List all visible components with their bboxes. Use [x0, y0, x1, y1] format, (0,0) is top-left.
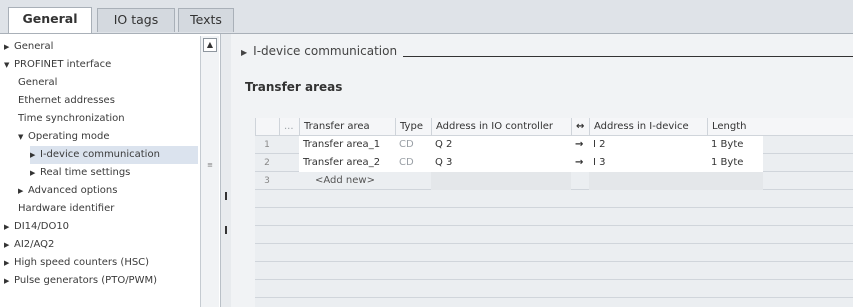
empty-row	[255, 226, 853, 244]
type-cell[interactable]: CD	[395, 154, 431, 172]
column-header-address-io-controller[interactable]: Address in IO controller	[431, 118, 571, 136]
address-i-device-cell[interactable]: I 2	[589, 136, 707, 154]
address-i-device-cell[interactable]: I 3	[589, 154, 707, 172]
column-header-select[interactable]: ...	[279, 118, 299, 136]
column-header-type[interactable]: Type	[395, 118, 431, 136]
nav-scrollbar[interactable]: ▲ ≡	[200, 36, 219, 307]
transfer-areas-title: Transfer areas	[245, 80, 343, 94]
address-io-controller-cell[interactable]: Q 3	[431, 154, 571, 172]
section-divider	[403, 56, 853, 57]
splitter-mark-icon	[225, 192, 227, 200]
column-header-transfer-area[interactable]: Transfer area	[299, 118, 395, 136]
scroll-up-arrow-icon[interactable]: ▲	[203, 38, 217, 52]
table-header-row: ... Transfer area Type Address in IO con…	[255, 118, 853, 136]
splitter-mark-icon	[225, 226, 227, 234]
empty-cell	[707, 172, 763, 190]
nav-item-profinet-interface[interactable]: ▼ PROFINET interface	[4, 56, 111, 74]
length-cell[interactable]: 1 Byte	[707, 154, 763, 172]
transfer-areas-table: ... Transfer area Type Address in IO con…	[255, 118, 853, 307]
nav-item-ai2-aq2[interactable]: ▶ AI2/AQ2	[4, 236, 54, 254]
empty-row	[255, 190, 853, 208]
scroll-grip-icon[interactable]: ≡	[203, 161, 217, 169]
column-header-direction[interactable]: ↔	[571, 118, 589, 136]
expand-arrow-icon[interactable]: ▶	[30, 146, 40, 164]
tab-strip: General IO tags Texts	[0, 0, 853, 34]
nav-item-di14-do10[interactable]: ▶ DI14/DO10	[4, 218, 69, 236]
type-cell[interactable]: CD	[395, 136, 431, 154]
column-header-length[interactable]: Length	[707, 118, 763, 136]
nav-item-general[interactable]: ▶ General	[4, 38, 53, 56]
table-row[interactable]: 1 Transfer area_1 CD Q 2 → I 2 1 Byte	[255, 136, 853, 154]
expand-arrow-icon[interactable]: ▶	[4, 38, 14, 56]
tab-general[interactable]: General	[8, 7, 92, 34]
nav-item-real-time-settings[interactable]: ▶ Real time settings	[30, 164, 130, 182]
expand-arrow-icon[interactable]: ▶	[30, 164, 40, 182]
expand-arrow-icon[interactable]: ▶	[4, 272, 14, 290]
collapse-arrow-icon[interactable]: ▼	[18, 128, 28, 146]
collapse-arrow-icon[interactable]: ▼	[4, 56, 14, 74]
empty-row	[255, 208, 853, 226]
tab-io-tags[interactable]: IO tags	[97, 8, 175, 32]
direction-arrow-icon[interactable]: →	[571, 136, 589, 154]
nav-item-i-device-communication[interactable]: ▶ I-device communication	[30, 146, 198, 164]
nav-item-ethernet-addresses[interactable]: Ethernet addresses	[18, 92, 115, 110]
transfer-area-name-cell[interactable]: Transfer area_2	[299, 154, 395, 172]
nav-item-high-speed-counters[interactable]: ▶ High speed counters (HSC)	[4, 254, 149, 272]
length-cell[interactable]: 1 Byte	[707, 136, 763, 154]
nav-item-time-synchronization[interactable]: Time synchronization	[18, 110, 125, 128]
table-row[interactable]: 2 Transfer area_2 CD Q 3 → I 3 1 Byte	[255, 154, 853, 172]
panel-splitter[interactable]	[221, 34, 231, 307]
properties-content-area: ▶ I-device communication Transfer areas .…	[231, 34, 853, 307]
transfer-area-name-cell[interactable]: Transfer area_1	[299, 136, 395, 154]
tab-texts[interactable]: Texts	[178, 8, 234, 32]
empty-cell	[589, 172, 707, 190]
property-navigation-tree: ▶ General ▼ PROFINET interface General Eth…	[0, 34, 221, 307]
empty-row	[255, 280, 853, 298]
section-title: ▶ I-device communication	[241, 44, 398, 58]
row-number: 1	[264, 140, 270, 150]
expand-arrow-icon[interactable]: ▶	[4, 218, 14, 236]
direction-arrow-icon[interactable]: →	[571, 154, 589, 172]
add-new-row[interactable]: 3 <Add new>	[255, 172, 853, 190]
row-number-header	[255, 118, 279, 136]
expand-arrow-icon[interactable]: ▶	[4, 236, 14, 254]
expand-arrow-icon[interactable]: ▶	[18, 182, 28, 200]
row-number: 3	[264, 176, 270, 186]
column-header-address-i-device[interactable]: Address in I-device	[589, 118, 707, 136]
row-number: 2	[264, 158, 270, 168]
empty-row	[255, 244, 853, 262]
expand-arrow-icon[interactable]: ▶	[4, 254, 14, 272]
nav-item-pulse-generators[interactable]: ▶ Pulse generators (PTO/PWM)	[4, 272, 157, 290]
section-chevron-icon[interactable]: ▶	[241, 48, 247, 57]
add-new-cell[interactable]: <Add new>	[299, 172, 395, 190]
address-io-controller-cell[interactable]: Q 2	[431, 136, 571, 154]
nav-item-hardware-identifier[interactable]: Hardware identifier	[18, 200, 114, 218]
nav-item-profinet-general[interactable]: General	[18, 74, 57, 92]
nav-item-operating-mode[interactable]: ▼ Operating mode	[18, 128, 110, 146]
empty-row	[255, 262, 853, 280]
nav-item-advanced-options[interactable]: ▶ Advanced options	[18, 182, 117, 200]
empty-cell	[431, 172, 571, 190]
